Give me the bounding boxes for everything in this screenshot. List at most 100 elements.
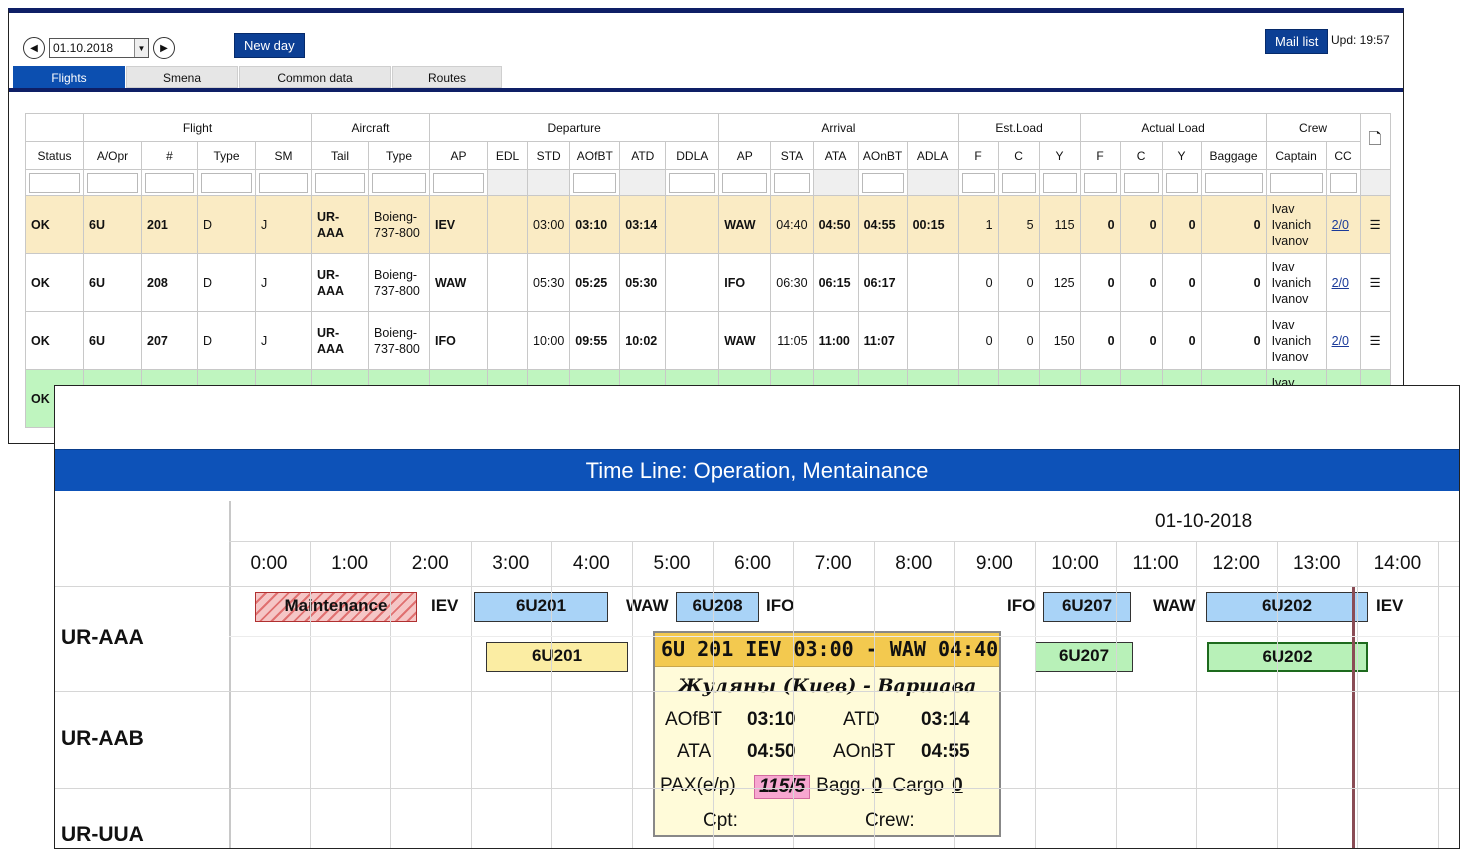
filter-input[interactable] — [1204, 172, 1263, 193]
table-row[interactable]: OK 6U 208 D J UR-AAA Boieng-737-800 WAW 05:30 05:… — [25, 253, 1391, 312]
column-header[interactable]: ATD — [619, 141, 667, 170]
column-header[interactable]: ADLA — [906, 141, 959, 170]
column-header[interactable]: Y — [1038, 141, 1081, 170]
hour-tick-label: 7:00 — [814, 553, 852, 574]
hour-tick-label: 0:00 — [250, 553, 288, 574]
cell-aopr: 6U — [83, 311, 142, 370]
cell-baggage: 0 — [1200, 311, 1267, 370]
maintenance-bar[interactable]: Maintenance — [255, 592, 417, 622]
filter-input[interactable] — [1269, 172, 1323, 193]
filter-input[interactable] — [1165, 172, 1198, 193]
filter-input[interactable] — [433, 172, 484, 193]
filter-input[interactable] — [1001, 172, 1036, 193]
mail-list-button[interactable]: Mail list — [1265, 29, 1329, 54]
filter-input[interactable] — [259, 172, 308, 193]
column-header[interactable]: C — [1119, 141, 1163, 170]
date-value[interactable]: 01.10.2018 — [50, 41, 134, 55]
column-header[interactable]: Y — [1161, 141, 1202, 170]
filter-input[interactable] — [861, 172, 904, 193]
column-header[interactable]: Status — [25, 141, 84, 170]
tab-smena[interactable]: Smena — [126, 66, 238, 88]
cell-sm: J — [255, 195, 312, 254]
column-header[interactable]: ATA — [812, 141, 859, 170]
cell-edl — [487, 311, 528, 370]
registration-ur-aaa: UR-AAA — [61, 626, 144, 649]
tab-flights[interactable]: Flights — [13, 66, 125, 88]
filter-input[interactable] — [145, 172, 194, 193]
filter-row — [25, 169, 1391, 196]
column-header[interactable]: Baggage — [1200, 141, 1267, 170]
flight-bar-6u202[interactable]: 6U202 — [1206, 592, 1368, 622]
filter-input[interactable] — [961, 172, 995, 193]
column-header[interactable]: AOnBT — [857, 141, 908, 170]
column-header[interactable]: SM — [255, 141, 312, 170]
cell-ddla — [665, 253, 720, 312]
date-picker[interactable]: 01.10.2018 ▼ — [49, 38, 149, 58]
flight-bar-6u201[interactable]: 6U201 — [474, 592, 608, 622]
cell-baggage: 0 — [1200, 253, 1267, 312]
column-header[interactable]: CC — [1325, 141, 1361, 170]
column-header[interactable]: Tail — [311, 141, 369, 170]
current-time-line — [1352, 586, 1355, 848]
row-menu-icon[interactable]: ☰ — [1359, 311, 1391, 370]
cell-sta: 04:40 — [770, 195, 814, 254]
cell-type: D — [197, 195, 256, 254]
cargo-label: Cargo — [892, 775, 945, 796]
filter-input[interactable] — [87, 172, 138, 193]
filter-input[interactable] — [201, 172, 252, 193]
bagg-label: Bagg. — [816, 775, 866, 796]
filter-input[interactable] — [315, 172, 365, 193]
crew-count-link[interactable]: 2/0 — [1332, 218, 1349, 232]
column-header[interactable]: STA — [770, 141, 814, 170]
row-menu-icon[interactable]: ☰ — [1359, 253, 1391, 312]
filter-input[interactable] — [722, 172, 768, 193]
filter-input[interactable] — [1083, 172, 1117, 193]
crew-count-link[interactable]: 2/0 — [1332, 334, 1349, 348]
aofbt-value: 03:10 — [747, 709, 796, 730]
cell-adla: 00:15 — [906, 195, 959, 254]
crew-count-link[interactable]: 2/0 — [1332, 276, 1349, 290]
planned-bar-6u207[interactable]: 6U207 — [1035, 642, 1133, 672]
filter-input[interactable] — [29, 172, 80, 193]
column-header[interactable]: EDL — [487, 141, 528, 170]
filter-input[interactable] — [1042, 172, 1077, 193]
planned-bar-6u202[interactable]: 6U202 — [1207, 642, 1368, 672]
table-row[interactable]: OK 6U 207 D J UR-AAA Boieng-737-800 IFO 10:00 09:… — [25, 311, 1391, 370]
cell-arr_ap: WAW — [718, 195, 772, 254]
filter-input[interactable] — [1123, 172, 1159, 193]
chevron-down-icon[interactable]: ▼ — [134, 39, 148, 57]
cell-aofbt: 05:25 — [569, 253, 621, 312]
row-menu-icon[interactable]: ☰ — [1359, 195, 1391, 254]
planned-bar-6u201[interactable]: 6U201 — [486, 642, 628, 672]
prev-day-icon[interactable]: ◀ — [23, 37, 45, 59]
filter-input[interactable] — [774, 172, 810, 193]
column-header[interactable]: A/Opr — [83, 141, 142, 170]
tab-routes[interactable]: Routes — [392, 66, 502, 88]
column-header[interactable]: # — [141, 141, 198, 170]
table-row[interactable]: OK 6U 201 D J UR-AAA Boieng-737-800 IEV 03:00 03:… — [25, 195, 1391, 254]
column-header[interactable]: Type — [197, 141, 256, 170]
next-day-icon[interactable]: ▶ — [153, 37, 175, 59]
filter-input[interactable] — [372, 172, 426, 193]
column-header[interactable]: AOfBT — [569, 141, 621, 170]
filter-input[interactable] — [1329, 172, 1357, 193]
tab-common-data[interactable]: Common data — [239, 66, 391, 88]
cell-adla — [906, 311, 959, 370]
flight-bar-6u207[interactable]: 6U207 — [1043, 592, 1131, 622]
filter-input[interactable] — [573, 172, 617, 193]
column-header[interactable]: STD — [526, 141, 571, 170]
document-icon[interactable]: 🗋 — [1359, 113, 1391, 170]
column-header[interactable]: AP — [718, 141, 772, 170]
cell-dep_ap: WAW — [429, 253, 488, 312]
flight-bar-6u208[interactable]: 6U208 — [676, 592, 759, 622]
filter-input[interactable] — [669, 172, 716, 193]
column-header[interactable]: F — [957, 141, 999, 170]
aofbt-label: AOfBT — [665, 709, 723, 730]
column-header[interactable]: AP — [429, 141, 488, 170]
column-header[interactable]: Type — [368, 141, 430, 170]
column-header[interactable]: C — [997, 141, 1040, 170]
column-header[interactable]: DDLA — [665, 141, 720, 170]
column-header[interactable]: F — [1079, 141, 1121, 170]
new-day-button[interactable]: New day — [234, 33, 305, 58]
column-header[interactable]: Captain — [1265, 141, 1327, 170]
